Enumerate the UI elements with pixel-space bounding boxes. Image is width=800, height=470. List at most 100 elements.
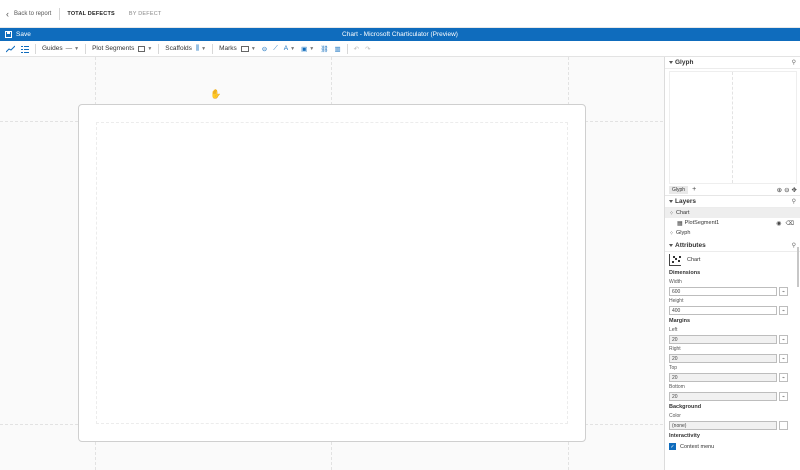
image-mark-button[interactable]: ▣ ▼ [301,45,314,53]
app-title-bar: Save Chart - Microsoft Charticulator (Pr… [0,28,800,41]
line-mark-button[interactable]: ⟋ [273,45,278,53]
toolbar-divider [35,43,36,54]
left-margin-row: 20 ⌁ [665,334,800,345]
bind-data-icon[interactable]: ⌁ [779,373,788,382]
width-row: 600 ⌁ [665,286,800,297]
color-row: (none) [665,420,800,431]
color-label: Color [669,413,681,419]
bind-data-icon[interactable]: ⌁ [779,306,788,315]
bind-data-icon[interactable]: ⌁ [779,354,788,363]
guides-menu[interactable]: Guides — ▼ [42,45,79,52]
pin-icon[interactable]: ⚲ [792,198,796,205]
layer-item-plotsegment[interactable]: ▦ PlotSegment1 ◉ ⌫ [665,218,800,228]
glyph-guide [732,72,733,183]
color-swatch[interactable] [779,421,788,430]
glyph-icon: ⁘ [669,230,675,237]
visibility-eye-icon[interactable]: ◉ [776,220,781,227]
zoom-out-icon[interactable]: ⊖ [784,186,789,194]
line-tool-button[interactable] [6,45,15,53]
height-row: 400 ⌁ [665,305,800,316]
tab-by-defect[interactable]: BY DEFECT [129,11,162,17]
attributes-object: Chart [665,252,800,268]
marks-menu[interactable]: Marks ▼ [219,45,256,52]
chart-icon: ⁘ [669,210,675,217]
text-icon: A [283,45,289,52]
scatter-chart-icon [669,254,681,266]
right-margin-row: 20 ⌁ [665,353,800,364]
top-margin-row: 20 ⌁ [665,372,800,383]
layer-item-label: Chart [676,210,690,216]
context-menu-checkbox[interactable]: ✓ [669,443,676,450]
glyph-panel-header[interactable]: Glyph ⚲ [665,57,800,69]
plot-segment-area[interactable] [96,122,568,424]
report-nav-bar: ‹ Back to report TOTAL DEFECTS BY DEFECT [0,0,800,28]
zoom-in-icon[interactable]: ⊕ [777,186,782,194]
bottom-margin-input[interactable]: 20 [669,392,777,401]
link-icon: ⛓ [320,45,329,53]
chevron-down-icon: ▼ [290,45,296,52]
save-icon [5,31,12,38]
layer-item-label: PlotSegment1 [684,220,720,226]
chart-frame[interactable] [78,104,586,442]
redo-icon: ↷ [365,45,371,53]
attributes-panel-title: Attributes [675,242,706,249]
legend-button[interactable]: ▥ [334,45,340,53]
plot-segments-label: Plot Segments [92,45,135,52]
layer-item-chart[interactable]: ⁘ Chart [665,208,800,218]
layers-panel-header[interactable]: Layers ⚲ [665,196,800,208]
context-menu-row: ✓ Context menu [665,441,800,452]
link-button[interactable]: ⛓ [320,45,328,53]
pin-icon[interactable]: ⚲ [792,242,796,249]
section-background: Background [669,404,702,410]
bind-data-icon[interactable]: ⌁ [779,335,788,344]
line-mark-icon: ⟋ [273,44,278,52]
right-margin-input[interactable]: 20 [669,354,777,363]
left-margin-label: Left [669,327,678,333]
color-input[interactable]: (none) [669,421,777,430]
legend-icon: ▥ [334,45,341,53]
top-margin-input[interactable]: 20 [669,373,777,382]
image-icon: ▣ [301,45,308,53]
pin-icon[interactable]: ⚲ [792,59,796,66]
glyph-editor[interactable] [669,71,797,184]
glyph-tab[interactable]: Glyph [669,185,689,194]
bind-data-icon[interactable]: ⌁ [779,287,788,296]
attributes-panel-header[interactable]: Attributes ⚲ [665,240,800,252]
layer-item-label: Glyph [676,230,691,236]
plot-segments-menu[interactable]: Plot Segments ▼ [92,45,152,52]
left-margin-input[interactable]: 20 [669,335,777,344]
chevron-down-icon: ▼ [201,45,207,52]
symbol-icon: ⊖ [261,45,268,53]
erase-icon[interactable]: ⌫ [786,220,794,227]
zoom-fit-icon[interactable]: ✥ [792,186,797,194]
width-input[interactable]: 600 [669,287,777,296]
tab-total-defects[interactable]: TOTAL DEFECTS [67,11,115,17]
height-input[interactable]: 400 [669,306,777,315]
scaffolds-menu[interactable]: Scaffolds ⫼ ▼ [165,45,206,53]
panel-scrollbar[interactable] [797,247,799,287]
save-button[interactable]: Save [0,31,31,38]
symbol-mark-button[interactable]: ⊖ [262,45,267,53]
bottom-margin-label: Bottom [669,384,685,390]
height-label: Height [669,298,684,304]
context-menu-label: Context menu [680,443,715,450]
undo-button[interactable]: ↶ [354,45,359,53]
back-to-report-link[interactable]: ‹ Back to report [0,9,51,19]
layer-item-glyph[interactable]: ⁘ Glyph [665,228,800,238]
text-mark-button[interactable]: A ▼ [284,45,295,52]
attributes-object-label: Chart [687,257,701,263]
chevron-down-icon: ▼ [309,45,315,52]
chevron-down-icon: ▼ [74,45,80,52]
grid-icon: ▦ [677,220,683,227]
guide-line-icon: — [65,45,73,52]
chart-canvas[interactable]: ✋ [0,57,663,470]
bind-data-icon[interactable]: ⌁ [779,392,788,401]
redo-button[interactable]: ↷ [365,45,370,53]
toolbar-divider [346,43,348,54]
list-tool-button[interactable] [21,45,29,53]
undo-icon: ↶ [353,45,360,53]
toolbar-divider [158,43,160,54]
add-glyph-icon[interactable]: + [692,186,696,193]
back-to-report-label: Back to report [14,10,52,17]
layer-actions: ◉ ⌫ [776,220,794,227]
